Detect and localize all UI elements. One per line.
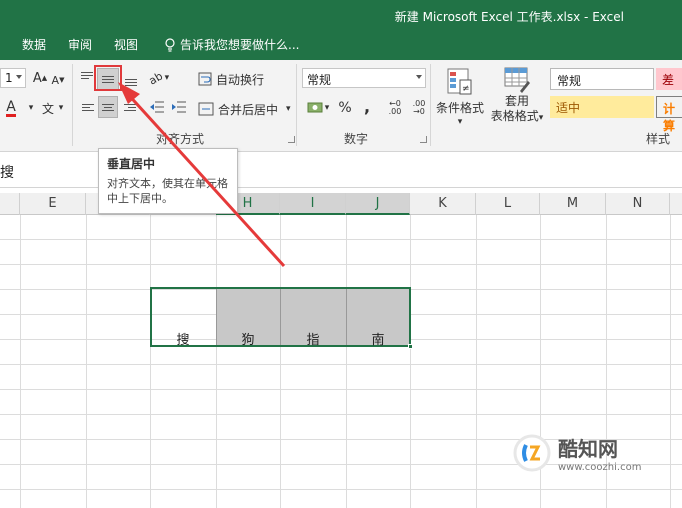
excel-window: 新建 Microsoft Excel 工作表.xlsx - Excel 数据 审…: [0, 0, 682, 508]
watermark-logo: [513, 434, 551, 472]
watermark-url: www.coozhi.com: [558, 462, 642, 473]
watermark-title: 酷知网: [558, 437, 618, 461]
watermark: 酷知网 www.coozhi.com: [512, 428, 660, 478]
